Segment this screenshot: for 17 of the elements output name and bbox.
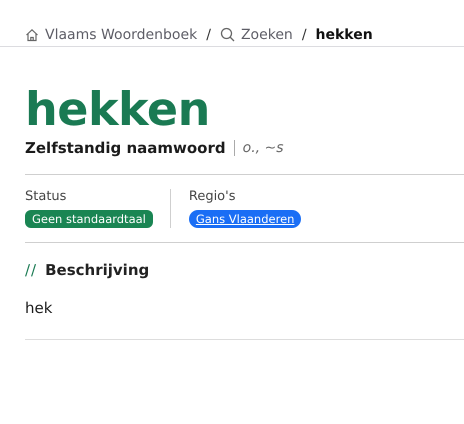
breadcrumb-current: hekken — [316, 26, 373, 42]
part-of-speech: Zelfstandig naamwoord — [25, 139, 226, 157]
facet-label: Regio's — [188, 189, 236, 204]
facet-label: Status — [25, 189, 68, 204]
status-tag: Geen standaardtaal — [25, 210, 153, 228]
breadcrumb-link[interactable]: Zoeken — [240, 26, 293, 42]
description-text: hek — [25, 299, 464, 340]
region-tag[interactable]: Gans Vlaanderen — [188, 210, 302, 228]
grammar-info: o., ~s — [242, 140, 284, 156]
breadcrumb-link[interactable]: Vlaams Woordenboek — [45, 26, 198, 42]
search-icon — [220, 27, 235, 42]
headword: hekken — [25, 83, 211, 135]
home-icon — [25, 28, 39, 42]
section-title: Beschrijving — [45, 261, 150, 279]
breadcrumb-separator: / — [206, 26, 211, 42]
section-marker: // — [25, 261, 38, 279]
breadcrumb-separator: / — [302, 26, 307, 42]
